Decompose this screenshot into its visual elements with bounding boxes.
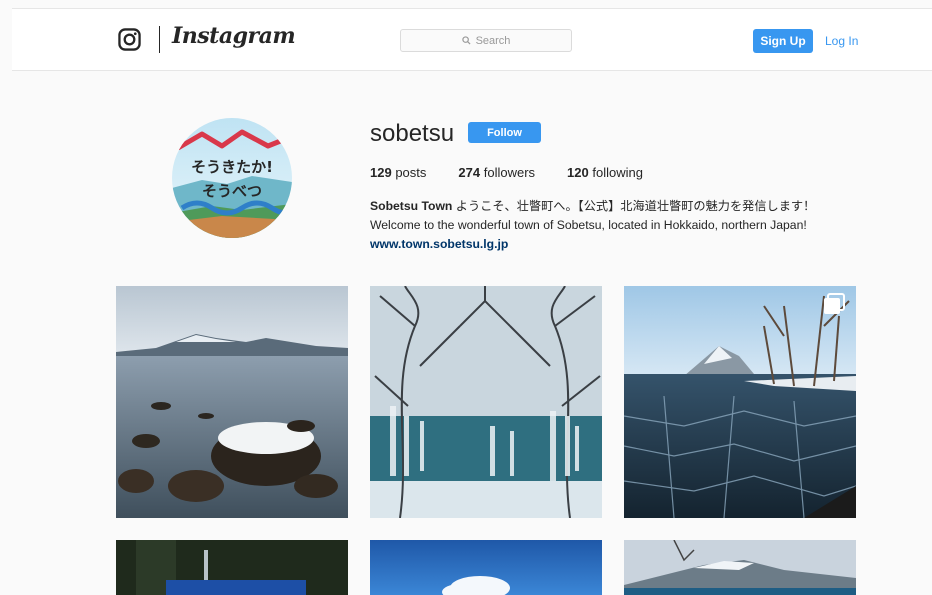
avatar-text-line2: そうべつ — [202, 182, 262, 200]
login-link[interactable]: Log In — [825, 34, 858, 48]
post-thumbnail-4[interactable] — [116, 540, 348, 595]
post-thumbnail-1[interactable] — [116, 286, 348, 518]
avatar-image: そうきたか! そうべつ — [172, 118, 292, 238]
profile-username: sobetsu — [370, 120, 455, 147]
follow-button[interactable]: Follow — [468, 122, 541, 143]
post-image-2 — [370, 286, 602, 518]
page: Instagram Search Sign Up Log In そうきたか! そ… — [0, 0, 932, 595]
top-nav-bar: Instagram Search Sign Up Log In — [12, 9, 932, 71]
search-placeholder: Search — [475, 34, 511, 47]
avatar-text-line1: そうきたか! — [191, 158, 273, 176]
instagram-wordmark[interactable]: Instagram — [172, 23, 296, 49]
stat-following-count: 120 — [567, 165, 589, 180]
post-thumbnail-6[interactable] — [624, 540, 856, 595]
post-thumbnail-2[interactable] — [370, 286, 602, 518]
profile-full-name: Sobetsu Town — [370, 199, 453, 213]
stat-following-label: following — [592, 165, 643, 180]
instagram-camera-icon[interactable] — [118, 28, 141, 51]
website-link[interactable]: www.town.sobetsu.lg.jp — [370, 237, 508, 251]
post-image-5 — [370, 540, 602, 595]
stat-followers-label: followers — [483, 165, 536, 180]
search-icon — [461, 36, 471, 45]
stat-followers-count: 274 — [458, 165, 481, 180]
post-thumbnail-5[interactable] — [370, 540, 602, 595]
stat-followers[interactable]: 274 followers — [458, 165, 535, 180]
bio-line1: ようこそ、壮瞥町へ。【公式】北海道壮瞥町の魅力を発信します！ — [455, 199, 816, 213]
post-thumbnail-3[interactable] — [624, 286, 856, 518]
profile-stats: 129 posts 274 followers 120 following — [370, 165, 675, 180]
post-image-6 — [624, 540, 856, 595]
header-divider — [159, 26, 160, 53]
signup-button[interactable]: Sign Up — [753, 29, 813, 53]
bio-line2: Welcome to the wonderful town of Sobetsu… — [370, 218, 807, 232]
bio-first-line: Sobetsu Town ようこそ、壮瞥町へ。【公式】北海道壮瞥町の魅力を発信し… — [370, 197, 890, 216]
post-image-1 — [116, 286, 348, 518]
stat-following[interactable]: 120 following — [567, 165, 643, 180]
stat-posts: 129 posts — [370, 165, 426, 180]
post-image-4 — [116, 540, 348, 595]
stat-posts-label: posts — [395, 165, 427, 180]
post-image-3 — [624, 286, 856, 518]
profile-bio: Sobetsu Town ようこそ、壮瞥町へ。【公式】北海道壮瞥町の魅力を発信し… — [370, 197, 890, 254]
search-input[interactable]: Search — [400, 29, 572, 52]
profile-avatar[interactable]: そうきたか! そうべつ — [172, 118, 292, 238]
stat-posts-count: 129 — [370, 165, 392, 180]
